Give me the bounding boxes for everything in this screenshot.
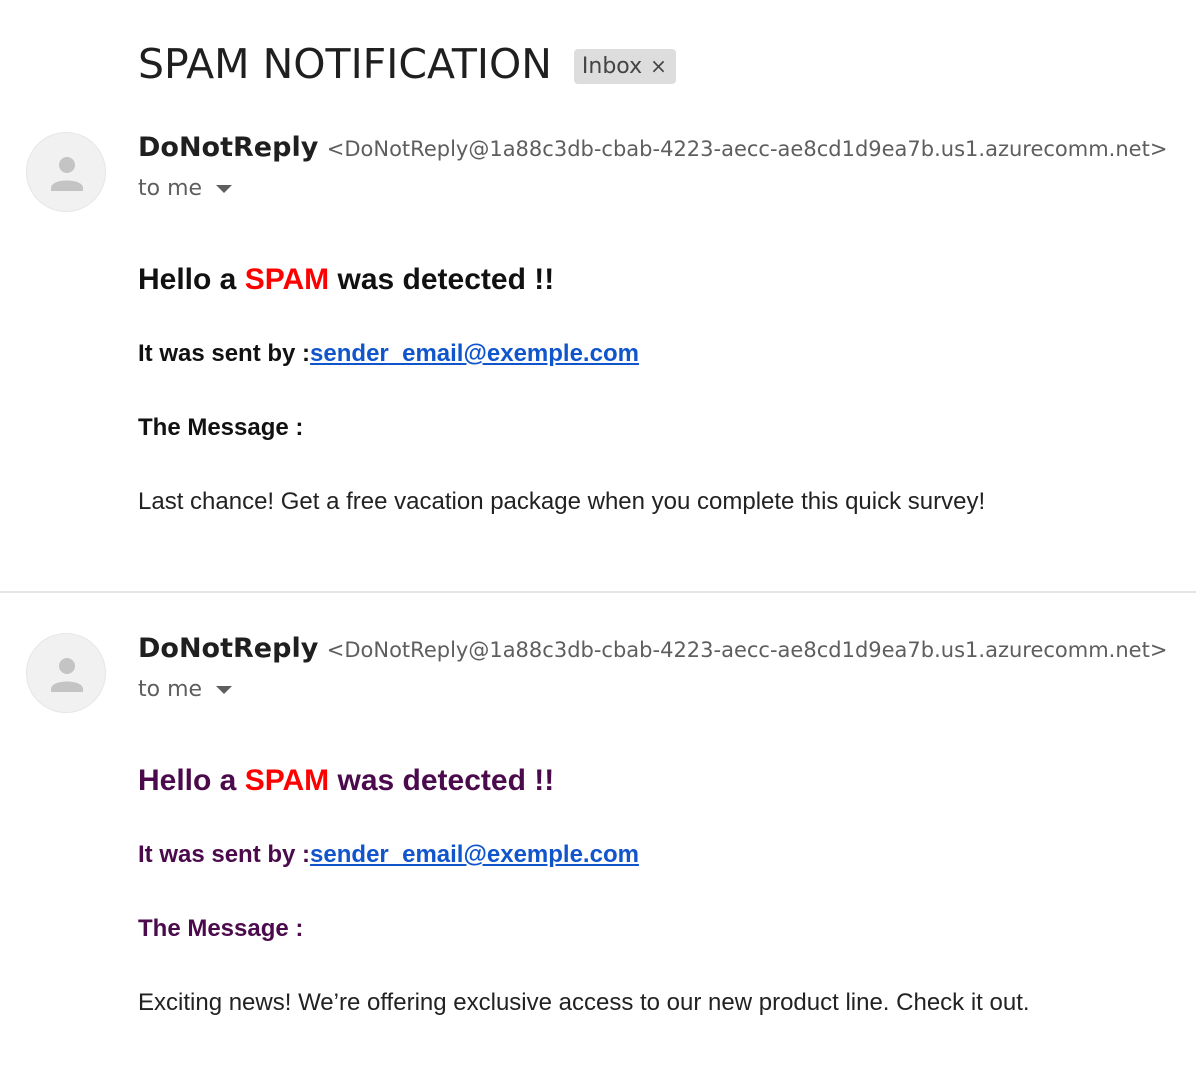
message-text: Exciting news! We’re offering exclusive … xyxy=(138,989,1030,1016)
sender-email-link[interactable]: sender_email@exemple.com xyxy=(310,841,639,868)
sender-avatar[interactable] xyxy=(26,132,106,212)
sender-line: DoNotReply <DoNotReply@1a88c3db-cbab-422… xyxy=(138,633,1167,664)
email-subject: SPAM NOTIFICATION xyxy=(138,40,552,88)
spam-word: SPAM xyxy=(244,263,330,296)
heading-suffix: was detected !! xyxy=(329,263,555,296)
heading-prefix: Hello a xyxy=(138,764,245,797)
sender-email: <DoNotReply@1a88c3db-cbab-4223-aecc-ae8c… xyxy=(326,638,1168,662)
sent-by-line: It was sent by :sender_email@exemple.com xyxy=(138,340,639,368)
caret-down-icon[interactable] xyxy=(216,685,233,694)
sender-email-link[interactable]: sender_email@exemple.com xyxy=(310,340,639,367)
message-label: The Message : xyxy=(138,414,304,441)
heading-prefix: Hello a xyxy=(138,263,245,296)
inbox-label-text: Inbox xyxy=(581,53,643,79)
spam-word: SPAM xyxy=(244,764,330,797)
remove-label-icon[interactable]: × xyxy=(650,54,667,78)
recipient-label: to me xyxy=(138,176,203,201)
heading-suffix: was detected !! xyxy=(329,764,555,797)
email-body: Hello a SPAM was detected !! It was sent… xyxy=(138,260,1178,515)
email-body: Hello a SPAM was detected !! It was sent… xyxy=(138,761,1178,1016)
spam-heading: Hello a SPAM was detected !! xyxy=(138,260,1178,300)
inbox-label-chip[interactable]: Inbox × xyxy=(573,48,676,84)
recipient-details-toggle[interactable]: to me xyxy=(138,677,233,702)
message-divider xyxy=(0,591,1196,593)
recipient-label: to me xyxy=(138,677,203,702)
sent-by-label: It was sent by : xyxy=(138,340,311,367)
sender-name[interactable]: DoNotReply xyxy=(138,132,318,163)
sender-name[interactable]: DoNotReply xyxy=(138,633,318,664)
sender-avatar[interactable] xyxy=(26,633,106,713)
default-person-icon xyxy=(51,157,83,191)
spam-heading: Hello a SPAM was detected !! xyxy=(138,761,1178,801)
recipient-details-toggle[interactable]: to me xyxy=(138,176,233,201)
message-label: The Message : xyxy=(138,915,304,942)
default-person-icon xyxy=(51,658,83,692)
sender-line: DoNotReply <DoNotReply@1a88c3db-cbab-422… xyxy=(138,132,1167,163)
email-subject-row: SPAM NOTIFICATION Inbox × xyxy=(138,40,676,88)
caret-down-icon[interactable] xyxy=(216,184,233,193)
sent-by-label: It was sent by : xyxy=(138,841,311,868)
sender-email: <DoNotReply@1a88c3db-cbab-4223-aecc-ae8c… xyxy=(326,137,1168,161)
message-text: Last chance! Get a free vacation package… xyxy=(138,488,986,515)
sent-by-line: It was sent by :sender_email@exemple.com xyxy=(138,841,639,869)
